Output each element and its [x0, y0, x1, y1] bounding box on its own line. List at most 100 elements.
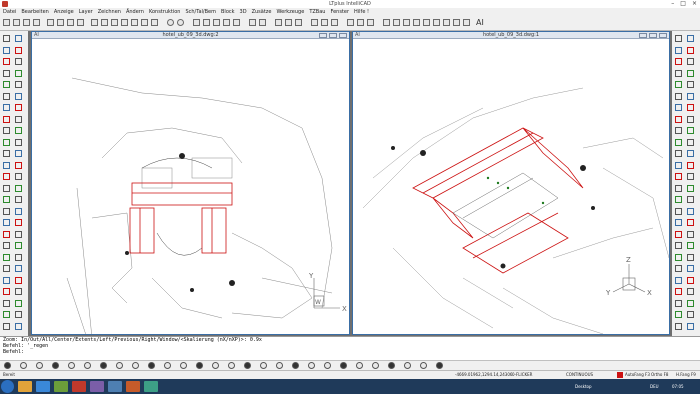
- hfang-toggle[interactable]: H.Fang F9: [676, 371, 696, 379]
- bottom-tool-icon[interactable]: [356, 362, 363, 369]
- bottom-tool-icon[interactable]: [164, 362, 171, 369]
- tool-palette-icon[interactable]: [15, 35, 22, 42]
- bottom-tool-icon[interactable]: [276, 362, 283, 369]
- viewport-3d[interactable]: AI hotel_ub_09_3d.dwg:1 Z X Y: [352, 31, 670, 335]
- tool-palette-icon[interactable]: [15, 127, 22, 134]
- bottom-tool-icon[interactable]: [132, 362, 139, 369]
- tool-palette-icon[interactable]: [3, 127, 10, 134]
- bottom-tool-icon[interactable]: [84, 362, 91, 369]
- zoom-window-icon[interactable]: [213, 19, 220, 26]
- viewport-plan[interactable]: AI hotel_ub_09_3d.dwg:2 Y X W: [31, 31, 350, 335]
- tz-icon[interactable]: [383, 19, 390, 26]
- tool-palette-icon[interactable]: [3, 81, 10, 88]
- tool-palette-icon[interactable]: [675, 184, 682, 192]
- zoom-extents-icon[interactable]: [233, 19, 240, 26]
- tool-palette-icon[interactable]: [675, 196, 682, 203]
- tool-palette-icon[interactable]: [3, 207, 10, 215]
- tool-palette-icon[interactable]: [15, 265, 22, 272]
- new-file-icon[interactable]: [3, 19, 10, 26]
- tool-palette-icon[interactable]: [3, 299, 10, 307]
- tool-palette-icon[interactable]: [15, 184, 22, 192]
- bottom-tool-icon[interactable]: [148, 362, 155, 369]
- tool-palette-icon[interactable]: [687, 253, 694, 261]
- bottom-tool-icon[interactable]: [196, 362, 203, 369]
- print-icon[interactable]: [33, 19, 40, 26]
- tool-palette-icon[interactable]: [675, 138, 682, 146]
- app-taskbar-icon[interactable]: [144, 381, 158, 392]
- tool-palette-icon[interactable]: [675, 104, 682, 111]
- paste-icon[interactable]: [67, 19, 74, 26]
- hide-icon[interactable]: [331, 19, 338, 26]
- tool-palette-icon[interactable]: [675, 115, 682, 123]
- menu-tzbau[interactable]: TZBau: [309, 9, 325, 15]
- tool-palette-icon[interactable]: [687, 69, 694, 77]
- tool-palette-icon[interactable]: [675, 58, 682, 65]
- tool-palette-icon[interactable]: [15, 173, 22, 180]
- tool-palette-icon[interactable]: [3, 322, 10, 330]
- tool-palette-icon[interactable]: [687, 161, 694, 169]
- menu-3d[interactable]: 3D: [240, 9, 247, 15]
- menu-bearbeiten[interactable]: Bearbeiten: [21, 9, 48, 15]
- tool-palette-icon[interactable]: [15, 58, 22, 65]
- tool-palette-icon[interactable]: [675, 173, 682, 180]
- zoom-previous-icon[interactable]: [223, 19, 230, 26]
- desktop-toolbar-label[interactable]: Desktop: [575, 379, 592, 394]
- tool-palette-icon[interactable]: [3, 219, 10, 226]
- tool-palette-icon[interactable]: [3, 161, 10, 169]
- tool-palette-icon[interactable]: [687, 173, 694, 180]
- tool-palette-icon[interactable]: [3, 150, 10, 157]
- tool-palette-icon[interactable]: [687, 288, 694, 295]
- tool-icon[interactable]: [151, 19, 158, 26]
- tool-palette-icon[interactable]: [15, 219, 22, 226]
- command-prompt[interactable]: Befehl:: [3, 349, 700, 355]
- viewpoint-icon[interactable]: [357, 19, 364, 26]
- cut-icon[interactable]: [47, 19, 54, 26]
- tool-palette-icon[interactable]: [687, 242, 694, 249]
- tool-palette-icon[interactable]: [675, 69, 682, 77]
- command-line[interactable]: Zoom: In/Out/All/Center/Extents/Left/Pre…: [0, 336, 700, 360]
- tool-palette-icon[interactable]: [687, 138, 694, 146]
- properties-icon[interactable]: [141, 19, 148, 26]
- tool-palette-icon[interactable]: [3, 104, 10, 111]
- tool-palette-icon[interactable]: [3, 115, 10, 123]
- tool-palette-icon[interactable]: [15, 92, 22, 100]
- tool-palette-icon[interactable]: [687, 58, 694, 65]
- tool-palette-icon[interactable]: [3, 58, 10, 65]
- menu-zeichnen[interactable]: Zeichnen: [98, 9, 121, 15]
- tool-palette-icon[interactable]: [675, 311, 682, 318]
- tz-beam-icon[interactable]: [463, 19, 470, 26]
- ucs-icon[interactable]: [347, 19, 354, 26]
- tool-palette-icon[interactable]: [3, 230, 10, 238]
- tool-palette-icon[interactable]: [675, 81, 682, 88]
- tz-wall-icon[interactable]: [393, 19, 400, 26]
- layer-field[interactable]: 0-FLICKER: [512, 371, 532, 379]
- tz-slab-icon[interactable]: [443, 19, 450, 26]
- osnap-icon[interactable]: [121, 19, 128, 26]
- snap-icon[interactable]: [101, 19, 108, 26]
- undo-icon[interactable]: [167, 19, 174, 26]
- menu-fenster[interactable]: Fenster: [330, 9, 349, 15]
- menu-block[interactable]: Block: [221, 9, 235, 15]
- save-icon[interactable]: [23, 19, 30, 26]
- tool-palette-icon[interactable]: [15, 288, 22, 295]
- tool-palette-icon[interactable]: [687, 219, 694, 226]
- app-taskbar-icon[interactable]: [126, 381, 140, 392]
- match-properties-icon[interactable]: [77, 19, 84, 26]
- bottom-tool-icon[interactable]: [420, 362, 427, 369]
- menu-werkzeuge[interactable]: Werkzeuge: [277, 9, 305, 15]
- tool-palette-icon[interactable]: [675, 219, 682, 226]
- tool-palette-icon[interactable]: [15, 299, 22, 307]
- redo-icon[interactable]: [177, 19, 184, 26]
- tool-palette-icon[interactable]: [15, 104, 22, 111]
- autofang-toggle[interactable]: AutoFang F3: [625, 371, 650, 379]
- menu-sch-tal-bem[interactable]: Sch/Tal/Bem: [185, 9, 216, 15]
- tz-door-icon[interactable]: [413, 19, 420, 26]
- tool-palette-icon[interactable]: [687, 230, 694, 238]
- tool-palette-icon[interactable]: [3, 253, 10, 261]
- list-icon[interactable]: [295, 19, 302, 26]
- grid-icon[interactable]: [91, 19, 98, 26]
- menu-layer[interactable]: Layer: [79, 9, 93, 15]
- bottom-tool-icon[interactable]: [388, 362, 395, 369]
- ortho-toggle[interactable]: Ortho F8: [651, 371, 668, 379]
- bottom-tool-icon[interactable]: [4, 362, 11, 369]
